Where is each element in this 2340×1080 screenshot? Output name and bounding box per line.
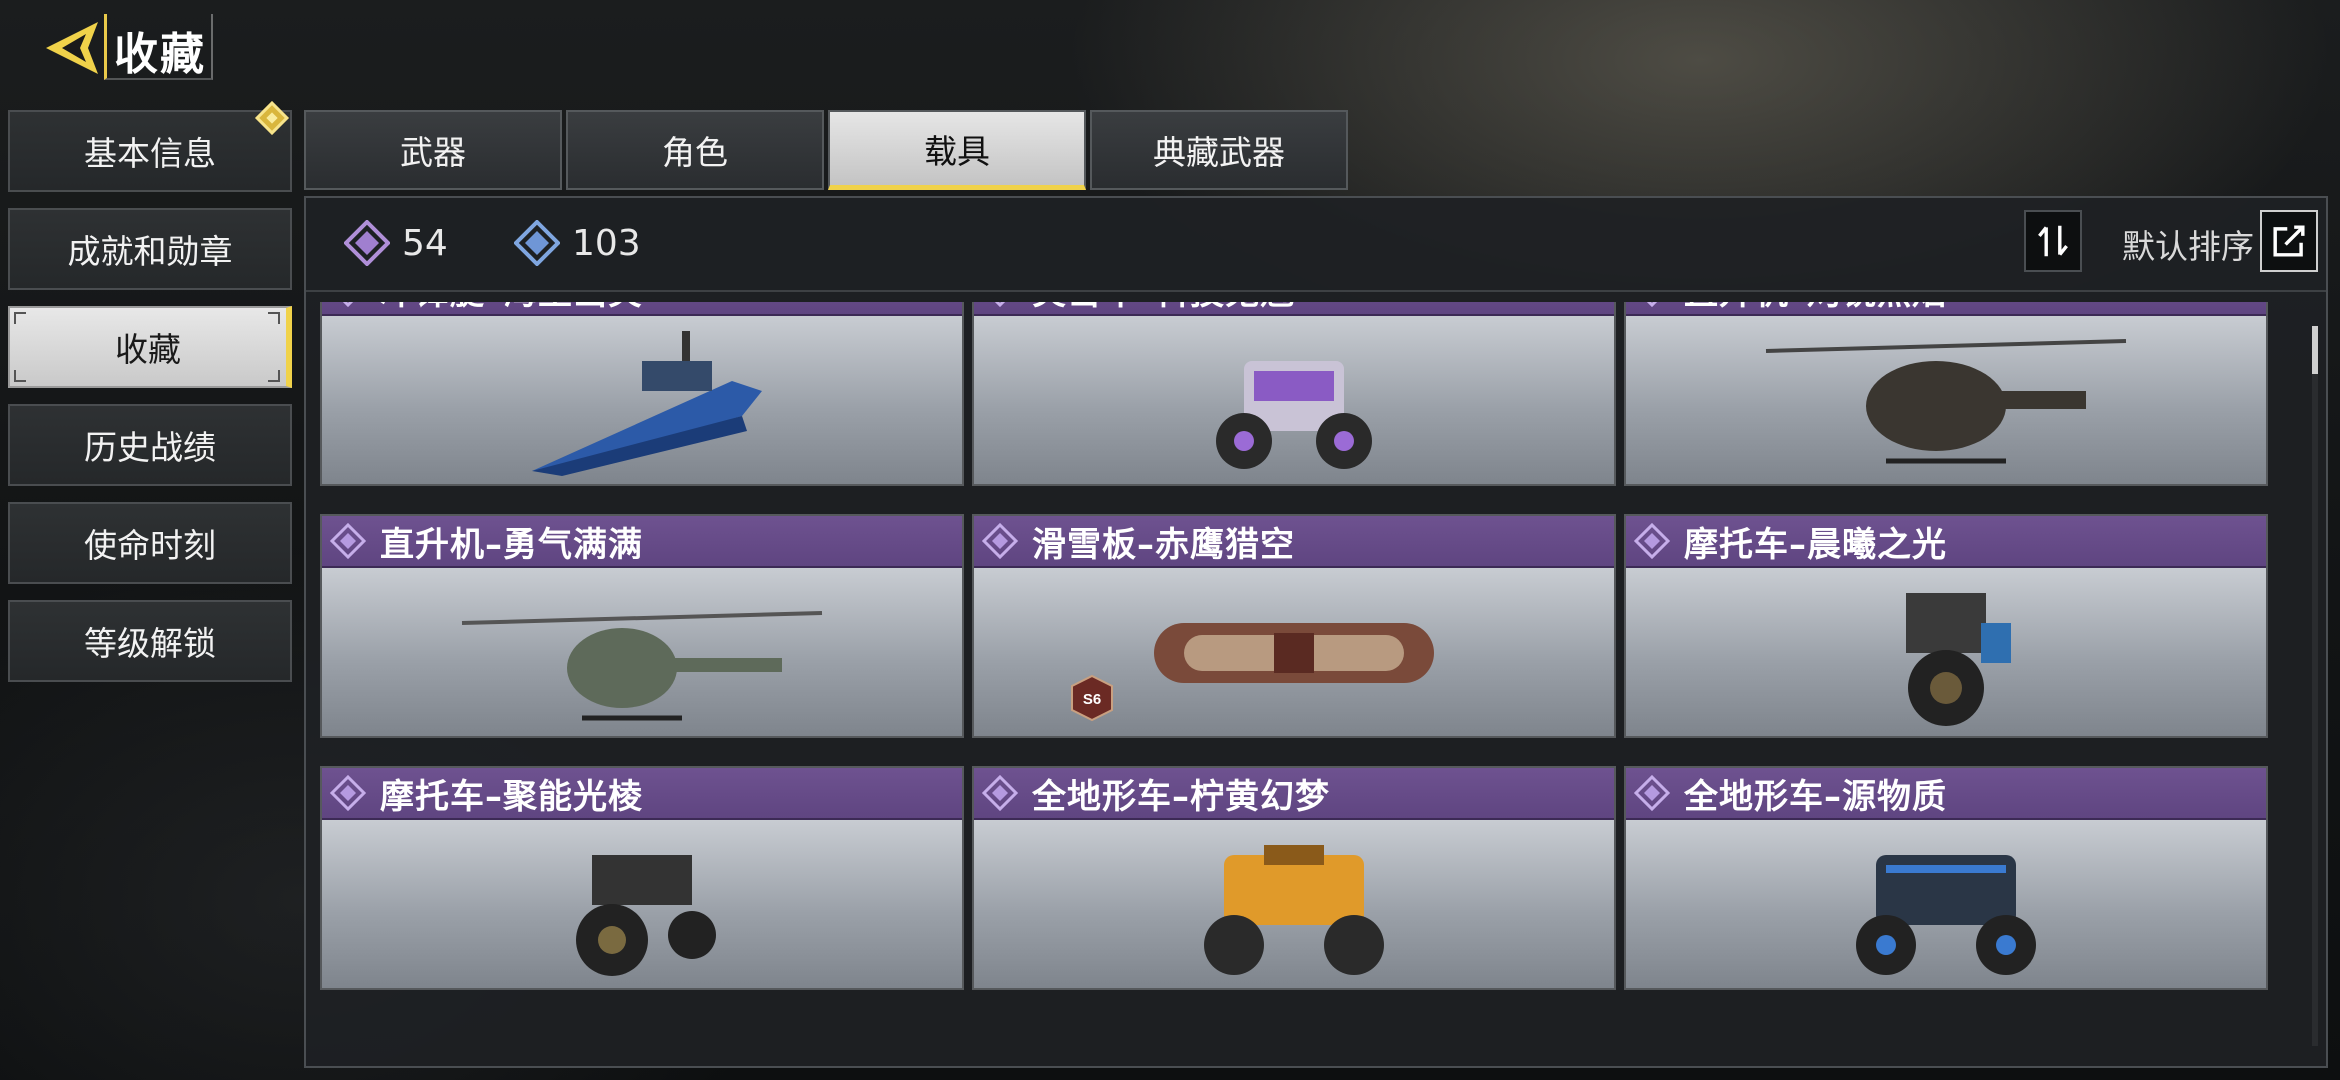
sidebar-item-duty-moments[interactable]: 使命时刻 <box>8 502 292 584</box>
purple-rarity-icon <box>330 775 366 811</box>
vehicle-name: 直升机–灼锐烈焰 <box>1684 302 1947 314</box>
motorcycle-image <box>322 820 962 988</box>
vehicle-name: 摩托车–聚能光棱 <box>380 776 643 817</box>
tab-legendary-weapons[interactable]: 典藏武器 <box>1090 110 1348 190</box>
vehicle-name: 突击车–科技鬼魅 <box>1032 302 1295 314</box>
back-button[interactable] <box>40 16 104 80</box>
card-header: 摩托车–聚能光棱 <box>322 768 962 820</box>
season-badge-icon: S6 <box>1071 674 1113 722</box>
vehicle-card[interactable]: 全地形车–源物质 <box>1624 766 2268 990</box>
purple-count: 54 <box>402 222 448 264</box>
vehicle-card[interactable]: 冲锋艇–海王出笑 <box>320 302 964 486</box>
tab-vehicles[interactable]: 载具 <box>828 110 1086 190</box>
helicopter-image <box>322 568 962 736</box>
scroll-thumb[interactable] <box>2312 326 2318 374</box>
card-header: 全地形车–柠黄幻梦 <box>974 768 1614 820</box>
speedboat-icon <box>532 331 762 476</box>
purple-rarity-icon <box>330 523 366 559</box>
vehicle-card[interactable]: 突击车–科技鬼魅 <box>972 302 1616 486</box>
vehicle-name: 摩托车–晨曦之光 <box>1684 524 1947 565</box>
stats-bar: 54 103 默认排序 <box>306 198 2326 292</box>
card-header: 冲锋艇–海王出笑 <box>322 302 962 316</box>
helicopter-image <box>1626 316 2266 484</box>
vehicle-name: 全地形车–柠黄幻梦 <box>1032 776 1330 817</box>
card-header: 直升机–灼锐烈焰 <box>1626 302 2266 316</box>
motorcycle-image <box>1626 568 2266 736</box>
share-button[interactable] <box>2260 210 2318 272</box>
sidebar-item-label: 基本信息 <box>84 134 216 173</box>
vertical-scrollbar[interactable] <box>2312 326 2318 1046</box>
purple-rarity-stat: 54 <box>344 220 448 266</box>
sidebar-item-label: 收藏 <box>115 330 181 369</box>
category-tabs: 武器 角色 载具 典藏武器 <box>304 110 1348 190</box>
atv-icon <box>1856 855 2036 975</box>
svg-text:S6: S6 <box>1083 691 1101 708</box>
vehicle-grid-viewport[interactable]: 冲锋艇–海王出笑 突击车–科技鬼魅 <box>320 302 2310 1060</box>
purple-rarity-icon <box>342 302 354 307</box>
vehicle-grid: 冲锋艇–海王出笑 突击车–科技鬼魅 <box>320 302 2268 990</box>
blue-rarity-icon <box>514 220 560 266</box>
blue-count: 103 <box>572 222 641 264</box>
sidebar-item-label: 使命时刻 <box>84 526 216 565</box>
back-arrow-icon <box>46 22 98 74</box>
vehicle-card[interactable]: 全地形车–柠黄幻梦 <box>972 766 1616 990</box>
card-header: 直升机–勇气满满 <box>322 516 962 568</box>
sort-order-button[interactable] <box>2024 210 2082 272</box>
collection-panel: 54 103 默认排序 直升机–勇气满满 滑雪板–赤鹰猎空 S6 摩托车–晨曦之… <box>304 196 2328 1068</box>
tab-weapons[interactable]: 武器 <box>304 110 562 190</box>
helicopter-icon <box>1765 339 2127 464</box>
card-header: 滑雪板–赤鹰猎空 <box>974 516 1614 568</box>
buggy-image <box>974 316 1614 484</box>
speedboat-image <box>322 316 962 484</box>
purple-rarity-icon <box>1634 775 1670 811</box>
sidebar-item-label: 历史战绩 <box>84 428 216 467</box>
atv-image <box>1626 820 2266 988</box>
sidebar-item-basic-info[interactable]: 基本信息 <box>8 101 292 192</box>
page-title: 收藏 <box>114 29 206 80</box>
vehicle-card[interactable]: 滑雪板–赤鹰猎空 S6 <box>972 514 1616 738</box>
card-header: 摩托车–晨曦之光 <box>1626 516 2266 568</box>
purple-rarity-icon <box>1646 302 1658 307</box>
share-icon <box>2273 225 2305 257</box>
sidebar-item-achievements[interactable]: 成就和勋章 <box>8 208 292 290</box>
buggy-icon <box>1216 361 1372 469</box>
vehicle-name: 滑雪板–赤鹰猎空 <box>1032 524 1295 565</box>
motorcycle-icon <box>576 855 716 976</box>
sidebar-item-match-history[interactable]: 历史战绩 <box>8 404 292 486</box>
vehicle-name: 全地形车–源物质 <box>1684 776 1947 817</box>
snowboard-icon <box>1154 623 1434 683</box>
vehicle-name: 冲锋艇–海王出笑 <box>380 302 643 314</box>
sidebar-item-label: 成就和勋章 <box>67 232 233 271</box>
purple-rarity-icon <box>344 220 390 266</box>
vehicle-card[interactable]: 摩托车–晨曦之光 <box>1624 514 2268 738</box>
sidebar-item-collection[interactable]: 收藏 <box>8 306 292 388</box>
purple-rarity-icon <box>982 523 1018 559</box>
purple-rarity-icon <box>982 775 1018 811</box>
sidebar-item-label: 等级解锁 <box>84 624 216 663</box>
new-indicator-icon <box>255 101 289 135</box>
card-header: 突击车–科技鬼魅 <box>974 302 1614 316</box>
sort-label[interactable]: 默认排序 <box>2122 220 2254 268</box>
motorcycle-icon <box>1906 593 2011 726</box>
purple-rarity-icon <box>994 302 1006 307</box>
atv-icon <box>1204 845 1384 975</box>
blue-rarity-stat: 103 <box>514 220 641 266</box>
purple-rarity-icon <box>1634 523 1670 559</box>
sort-arrows-icon <box>2038 225 2068 257</box>
sidebar-item-level-unlocks[interactable]: 等级解锁 <box>8 600 292 682</box>
helicopter-icon <box>461 611 823 721</box>
vehicle-name: 直升机–勇气满满 <box>380 524 643 565</box>
atv-image <box>974 820 1614 988</box>
card-header: 全地形车–源物质 <box>1626 768 2266 820</box>
vehicle-card[interactable]: 直升机–勇气满满 <box>320 514 964 738</box>
vehicle-card[interactable]: 直升机–灼锐烈焰 <box>1624 302 2268 486</box>
sidebar: 基本信息 成就和勋章 收藏 历史战绩 使命时刻 等级解锁 <box>8 101 292 698</box>
tab-characters[interactable]: 角色 <box>566 110 824 190</box>
vehicle-card[interactable]: 摩托车–聚能光棱 <box>320 766 964 990</box>
